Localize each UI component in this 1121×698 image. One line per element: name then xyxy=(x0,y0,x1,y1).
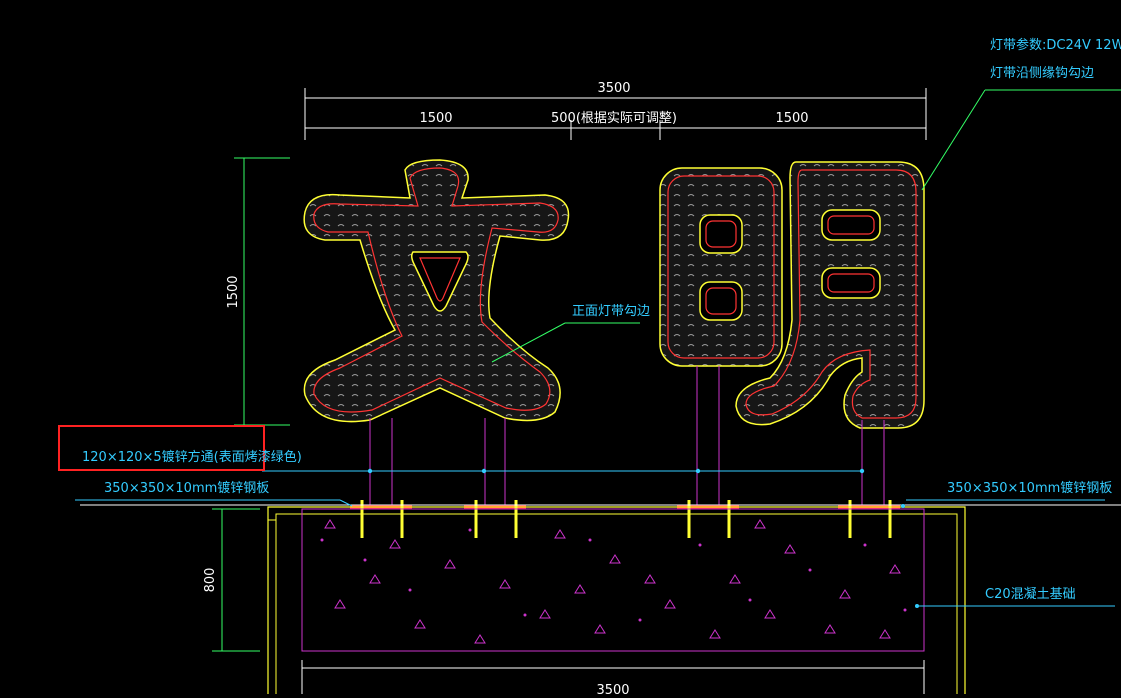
plate-left-label: 350×350×10mm镀锌钢板 xyxy=(104,480,269,496)
cad-canvas: 3500 1500 500(根据实际可调整) 1500 1500 800 350… xyxy=(58,37,1121,698)
dim-height: 1500 xyxy=(226,275,241,308)
dim-segment-middle: 500(根据实际可调整) xyxy=(551,111,677,126)
dim-depth: 800 xyxy=(203,568,218,593)
led-params-label: 灯带参数:DC24V 12W xyxy=(990,37,1121,53)
base-plates xyxy=(350,500,900,538)
front-led-label: 正面灯带勾边 xyxy=(572,304,650,319)
plate-right-label: 350×350×10mm镀锌钢板 xyxy=(947,480,1112,496)
dim-segment-right: 1500 xyxy=(775,111,808,126)
character-ming xyxy=(659,161,925,429)
dim-overall-top: 3500 xyxy=(597,81,630,96)
tube-spec-label: 120×120×5镀锌方通(表面烤漆绿色) xyxy=(82,449,302,465)
reference-line xyxy=(262,468,865,474)
annotation-led-params: 灯带参数:DC24V 12W 灯带沿侧缘钩勾边 xyxy=(921,37,1121,191)
annotation-concrete: C20混凝土基础 xyxy=(915,586,1115,608)
annotation-plate-left: 350×350×10mm镀锌钢板 xyxy=(75,480,353,507)
cad-drawing: 3500 1500 500(根据实际可调整) 1500 1500 800 350… xyxy=(0,0,1121,698)
height-dimension-group: 1500 xyxy=(226,157,290,426)
character-wen xyxy=(303,159,570,423)
concrete-label: C20混凝土基础 xyxy=(985,586,1076,602)
dim-overall-bottom: 3500 xyxy=(596,683,629,694)
led-side-label: 灯带沿侧缘钩勾边 xyxy=(990,66,1094,81)
foundation xyxy=(80,504,1121,694)
annotation-tube-spec: 120×120×5镀锌方通(表面烤漆绿色) xyxy=(58,425,302,471)
dim-segment-left: 1500 xyxy=(419,111,452,126)
top-dimension-group: 3500 1500 500(根据实际可调整) 1500 xyxy=(304,81,927,140)
annotation-plate-right: 350×350×10mm镀锌钢板 xyxy=(901,480,1112,508)
bottom-dimension-group: 3500 xyxy=(301,660,925,698)
depth-dimension-group: 800 xyxy=(203,508,260,652)
